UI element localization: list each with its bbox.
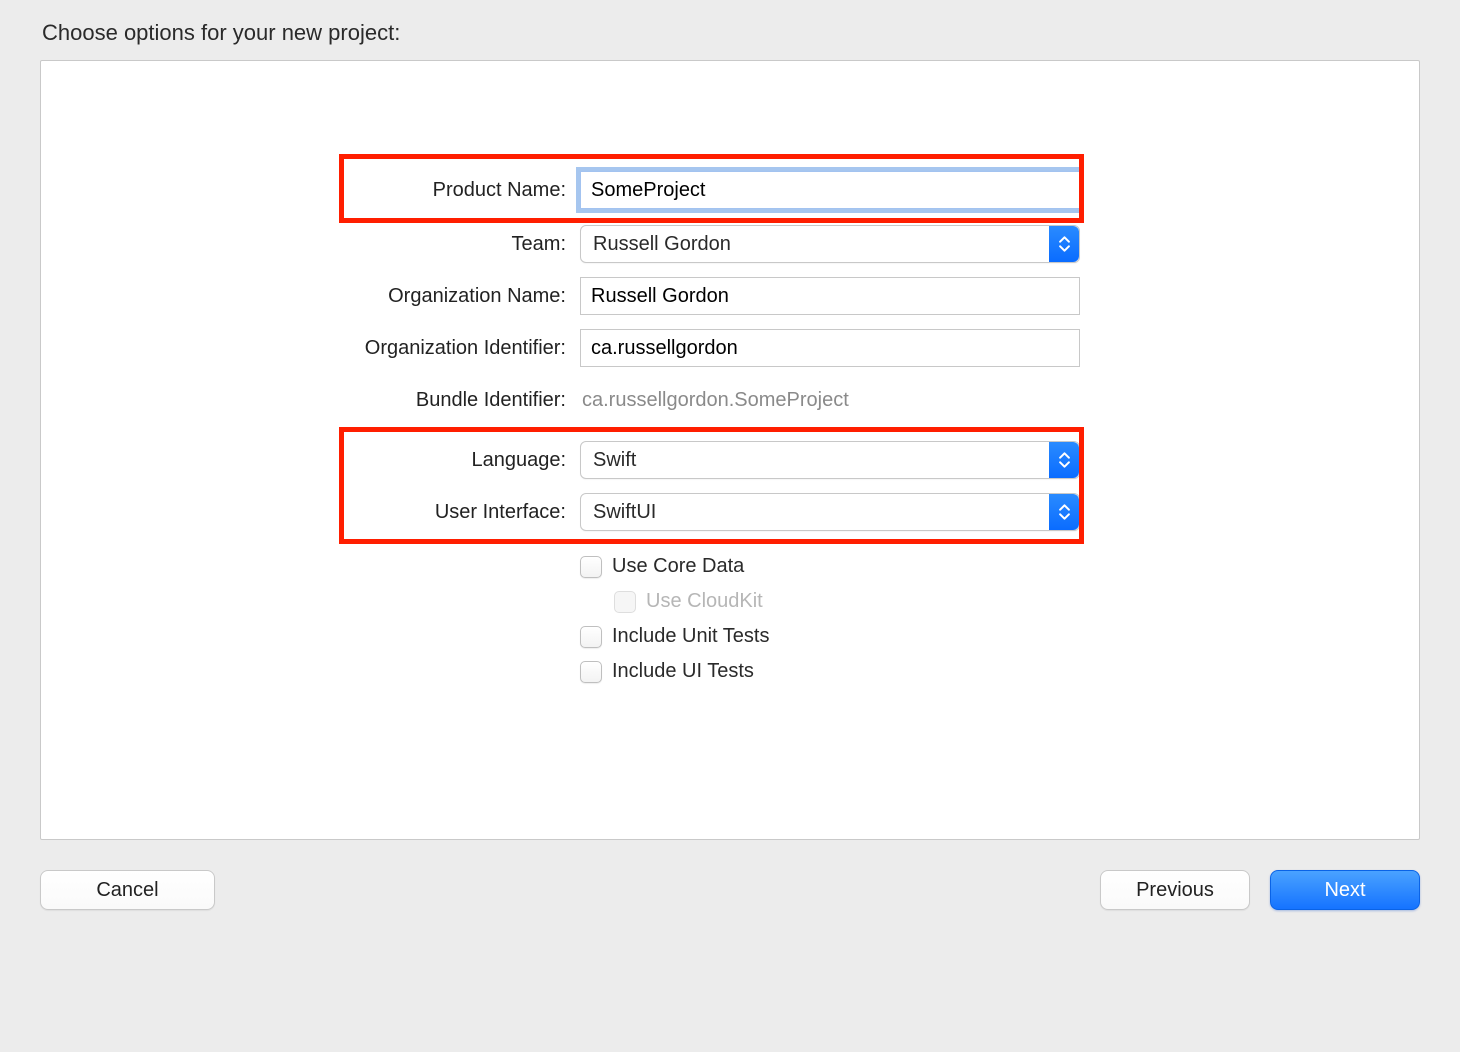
form-container: Product Name: Team: Russell Gordon Organ… bbox=[350, 171, 1110, 695]
row-bundle-id: Bundle Identifier: ca.russellgordon.Some… bbox=[350, 381, 1110, 419]
label-bundle-id: Bundle Identifier: bbox=[350, 389, 580, 412]
label-language: Language: bbox=[350, 449, 580, 472]
label-team: Team: bbox=[350, 233, 580, 256]
ui-tests-label: Include UI Tests bbox=[612, 660, 754, 683]
checkbox-row-unit-tests: Include Unit Tests bbox=[580, 625, 1080, 648]
label-org-id: Organization Identifier: bbox=[350, 337, 580, 360]
page-title: Choose options for your new project: bbox=[42, 20, 1420, 46]
previous-button[interactable]: Previous bbox=[1100, 870, 1250, 910]
label-product-name: Product Name: bbox=[350, 179, 580, 202]
row-checkboxes: Use Core Data Use CloudKit Include Unit … bbox=[350, 555, 1110, 695]
checkbox-row-ui-tests: Include UI Tests bbox=[580, 660, 1080, 683]
checkbox-row-cloudkit: Use CloudKit bbox=[580, 590, 1080, 613]
row-language: Language: Swift bbox=[350, 441, 1110, 479]
unit-tests-checkbox[interactable] bbox=[580, 626, 602, 648]
next-button[interactable]: Next bbox=[1270, 870, 1420, 910]
row-ui: User Interface: SwiftUI bbox=[350, 493, 1110, 531]
unit-tests-label: Include Unit Tests bbox=[612, 625, 770, 648]
checkbox-row-core-data: Use Core Data bbox=[580, 555, 1080, 578]
team-select[interactable]: Russell Gordon bbox=[580, 225, 1080, 263]
core-data-checkbox[interactable] bbox=[580, 556, 602, 578]
team-select-value: Russell Gordon bbox=[593, 233, 731, 256]
org-name-input[interactable] bbox=[580, 277, 1080, 315]
label-org-name: Organization Name: bbox=[350, 285, 580, 308]
updown-icon bbox=[1049, 226, 1079, 262]
label-ui: User Interface: bbox=[350, 501, 580, 524]
updown-icon bbox=[1049, 494, 1079, 530]
ui-select-value: SwiftUI bbox=[593, 501, 656, 524]
footer-right: Previous Next bbox=[1100, 870, 1420, 910]
row-product-name: Product Name: bbox=[350, 171, 1110, 209]
ui-select[interactable]: SwiftUI bbox=[580, 493, 1080, 531]
row-org-name: Organization Name: bbox=[350, 277, 1110, 315]
language-select-value: Swift bbox=[593, 449, 636, 472]
language-select[interactable]: Swift bbox=[580, 441, 1080, 479]
row-org-id: Organization Identifier: bbox=[350, 329, 1110, 367]
bundle-id-value: ca.russellgordon.SomeProject bbox=[580, 381, 1080, 419]
product-name-input[interactable] bbox=[580, 171, 1080, 209]
row-team: Team: Russell Gordon bbox=[350, 225, 1110, 263]
core-data-label: Use Core Data bbox=[612, 555, 744, 578]
updown-icon bbox=[1049, 442, 1079, 478]
org-id-input[interactable] bbox=[580, 329, 1080, 367]
ui-tests-checkbox[interactable] bbox=[580, 661, 602, 683]
cancel-button[interactable]: Cancel bbox=[40, 870, 215, 910]
options-panel: Product Name: Team: Russell Gordon Organ… bbox=[40, 60, 1420, 840]
cloudkit-label: Use CloudKit bbox=[646, 590, 763, 613]
footer: Cancel Previous Next bbox=[40, 870, 1420, 910]
cloudkit-checkbox bbox=[614, 591, 636, 613]
